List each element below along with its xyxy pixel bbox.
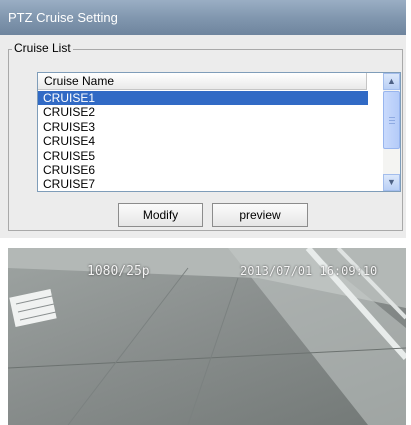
- resolution-overlay: 1080/25p: [87, 264, 150, 279]
- scroll-up-icon[interactable]: ▲: [383, 73, 400, 90]
- video-preview: 1080/25p 2013/07/01 16:09:10: [8, 248, 406, 425]
- window-title: PTZ Cruise Setting: [0, 0, 406, 35]
- list-item[interactable]: CRUISE1: [38, 91, 368, 106]
- cruise-rows: CRUISE1 CRUISE2 CRUISE3 CRUISE4 CRUISE5 …: [38, 91, 368, 192]
- timestamp-overlay: 2013/07/01 16:09:10: [240, 264, 378, 278]
- list-item[interactable]: CRUISE4: [38, 134, 368, 148]
- list-item[interactable]: CRUISE7: [38, 177, 368, 191]
- scroll-thumb[interactable]: [383, 91, 400, 149]
- column-header-cruise-name[interactable]: Cruise Name: [38, 73, 367, 90]
- list-item[interactable]: CRUISE3: [38, 120, 368, 134]
- grip-line: [389, 123, 395, 124]
- preview-button[interactable]: preview: [212, 203, 308, 227]
- list-item[interactable]: CRUISE6: [38, 163, 368, 177]
- scroll-down-icon[interactable]: ▼: [383, 174, 400, 191]
- cruise-list-legend: Cruise List: [12, 41, 73, 55]
- list-item[interactable]: CRUISE5: [38, 149, 368, 163]
- grip-line: [389, 117, 395, 118]
- cruise-listbox[interactable]: Cruise Name CRUISE1 CRUISE2 CRUISE3 CRUI…: [37, 72, 401, 192]
- ceiling-light-icon: [9, 288, 57, 328]
- list-scrollbar[interactable]: ▲ ▼: [383, 73, 400, 191]
- floor-line: [187, 277, 239, 425]
- modify-button[interactable]: Modify: [118, 203, 203, 227]
- floor-line: [67, 267, 189, 425]
- cruise-setting-panel: Cruise List Cruise Name CRUISE1 CRUISE2 …: [0, 35, 406, 238]
- grip-line: [389, 120, 395, 121]
- list-item[interactable]: CRUISE2: [38, 105, 368, 119]
